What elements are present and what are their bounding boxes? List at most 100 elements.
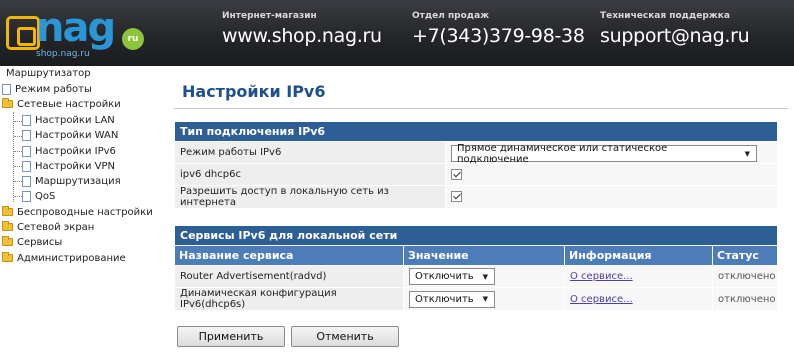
radvd-mode-value: Отключить (415, 271, 474, 282)
allow-wan-access-cell (445, 185, 778, 209)
column-header-status: Статус (712, 245, 778, 266)
sidebar-item-label: Сетевой экран (17, 221, 95, 233)
dhcp6s-about-link[interactable]: О сервисе... (570, 294, 633, 305)
folder-icon (2, 236, 13, 246)
column-header-service-name: Название сервиса (174, 245, 404, 266)
tree-guide-line (14, 121, 22, 122)
logo-ru-badge: ru (122, 28, 144, 50)
dhcp6s-status: отключено (718, 293, 776, 305)
tree-guide-line (14, 136, 22, 137)
ipv6-mode-cell: Прямое динамическое или статическое подк… (445, 141, 778, 165)
sidebar-item-label: Сервисы (17, 236, 63, 248)
folder-icon (2, 252, 13, 262)
sidebar-item-label: Настройки WAN (35, 129, 119, 141)
sidebar-item-label: Маршрутизация (35, 175, 121, 187)
apply-button[interactable]: Применить (177, 326, 285, 347)
logo-subtitle: shop.nag.ru (36, 49, 90, 59)
dhcp6s-mode-select[interactable]: Отключить ▼ (409, 290, 495, 308)
folder-icon (2, 221, 13, 231)
logo-text: nag (36, 5, 116, 51)
column-header-value: Значение (403, 245, 565, 266)
support-contact: Техническая поддержка support@nag.ru (600, 11, 750, 47)
page-icon (22, 175, 31, 187)
sidebar-item-mode[interactable]: Режим работы (2, 82, 92, 96)
sidebar-root-router[interactable]: Маршрутизатор (6, 68, 91, 79)
sidebar-item-firewall[interactable]: Сетевой экран (2, 220, 94, 234)
services-section-title: Сервисы IPv6 для локальной сети (174, 225, 778, 246)
ipv6-services-table: Сервисы IPv6 для локальной сети Название… (174, 225, 778, 311)
title-divider (174, 108, 788, 109)
ipv6-mode-select[interactable]: Прямое динамическое или статическое подк… (451, 142, 757, 165)
sidebar-tree: Маршрутизатор Режим работы Сетевые настр… (0, 67, 170, 353)
sidebar-item-lan[interactable]: Настройки LAN (22, 113, 115, 127)
radvd-status: отключено (718, 271, 776, 282)
sidebar-item-label: QoS (35, 190, 56, 202)
chevron-down-icon: ▼ (482, 272, 488, 281)
service-value-cell: Отключить ▼ (403, 287, 565, 311)
page-icon (2, 83, 11, 95)
connection-section-title: Тип подключения IPv6 (174, 121, 778, 142)
table-row: Router Advertisement(radvd) Отключить ▼ … (174, 265, 778, 288)
sales-contact: Отдел продаж +7(343)379-98-38 (412, 11, 585, 47)
chevron-down-icon: ▼ (744, 149, 750, 158)
dhcp6c-cell (445, 163, 778, 186)
dhcp6c-checkbox[interactable] (451, 168, 462, 180)
support-caption: Техническая поддержка (600, 11, 730, 21)
sidebar-item-label: Беспроводные настройки (17, 206, 153, 218)
tree-guide-line (13, 112, 14, 202)
ipv6-mode-value: Прямое динамическое или статическое подк… (457, 142, 668, 165)
sidebar-item-qos[interactable]: QoS (22, 189, 55, 203)
service-status-cell: отключено (712, 265, 778, 288)
folder-open-icon (2, 98, 13, 108)
table-row: Динамическая конфигурация IPv6(dhcp6s) О… (174, 287, 778, 311)
tree-guide-line (14, 196, 22, 197)
sales-phone: +7(343)379-98-38 (412, 25, 585, 47)
sidebar-item-routing[interactable]: Маршрутизация (22, 174, 121, 188)
chevron-down-icon: ▼ (482, 295, 488, 303)
service-info-cell: О сервисе... (564, 287, 713, 311)
service-name: Router Advertisement(radvd) (174, 265, 404, 288)
ipv6-connection-table: Тип подключения IPv6 Режим работы IPv6 П… (174, 121, 778, 209)
shop-url[interactable]: www.shop.nag.ru (222, 25, 382, 47)
sidebar-item-vpn[interactable]: Настройки VPN (22, 159, 115, 173)
shop-contact: Интернет-магазин www.shop.nag.ru (222, 11, 382, 47)
nag-logo[interactable]: nag shop.nag.ru ru (6, 6, 146, 60)
allow-wan-access-checkbox[interactable] (451, 191, 462, 203)
sidebar-item-administration[interactable]: Администрирование (2, 251, 126, 265)
ipv6-mode-label: Режим работы IPv6 (174, 141, 446, 164)
tree-guide-line (14, 181, 22, 182)
radvd-about-link[interactable]: О сервисе... (570, 271, 633, 282)
sidebar-item-label: Настройки LAN (35, 114, 115, 126)
service-name: Динамическая конфигурация IPv6(dhcp6s) (174, 287, 404, 311)
dhcp6c-label: ipv6 dhcp6c (174, 163, 446, 186)
sidebar-item-services[interactable]: Сервисы (2, 235, 62, 249)
allow-wan-access-label: Разрешить доступ в локальную сеть из инт… (174, 185, 446, 209)
cancel-button[interactable]: Отменить (291, 326, 399, 347)
page-icon (22, 190, 31, 202)
logo-mark-icon (6, 16, 40, 50)
sidebar-item-ipv6[interactable]: Настройки IPv6 (22, 144, 116, 158)
sidebar-item-wan[interactable]: Настройки WAN (22, 128, 118, 142)
sidebar-item-label: Администрирование (17, 252, 126, 264)
service-status-cell: отключено (712, 287, 778, 311)
sidebar-item-label: Настройки VPN (35, 160, 116, 172)
sidebar-item-label: Сетевые настройки (17, 98, 121, 110)
support-email[interactable]: support@nag.ru (600, 25, 750, 47)
header-banner: nag shop.nag.ru ru Интернет-магазин www.… (0, 0, 794, 66)
page-icon (22, 145, 31, 157)
sidebar-item-network-settings[interactable]: Сетевые настройки (2, 97, 121, 111)
shop-caption: Интернет-магазин (222, 11, 317, 21)
sidebar-item-wireless[interactable]: Беспроводные настройки (2, 205, 153, 219)
sales-caption: Отдел продаж (412, 11, 490, 21)
folder-icon (2, 206, 13, 216)
page-icon (22, 114, 31, 126)
page-title: Настройки IPv6 (182, 82, 326, 101)
page-icon (22, 129, 31, 141)
service-info-cell: О сервисе... (564, 265, 713, 288)
column-header-info: Информация (564, 245, 713, 266)
dhcp6s-mode-value: Отключить (415, 293, 474, 305)
service-value-cell: Отключить ▼ (403, 265, 565, 288)
sidebar-item-label: Настройки IPv6 (35, 145, 116, 157)
tree-guide-line (14, 166, 22, 167)
radvd-mode-select[interactable]: Отключить ▼ (409, 268, 495, 285)
